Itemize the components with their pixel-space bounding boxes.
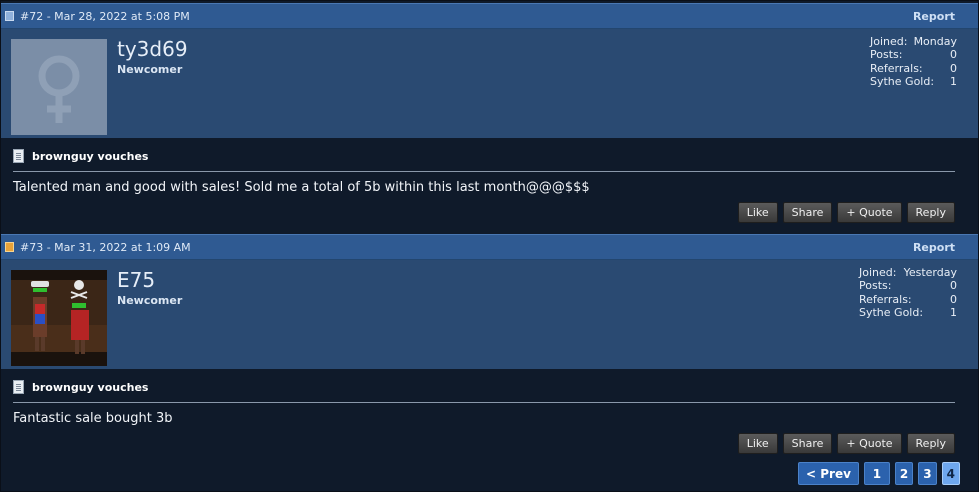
- stat-value: 0: [950, 61, 957, 75]
- post-title: brownguy vouches: [32, 149, 149, 163]
- quote-button[interactable]: + Quote: [837, 433, 902, 454]
- stat-value: 1: [950, 305, 957, 319]
- post-permalink[interactable]: #73 - Mar 31, 2022 at 1:09 AM: [20, 241, 191, 254]
- page-link-2[interactable]: 2: [894, 462, 914, 485]
- reply-button[interactable]: Reply: [906, 202, 955, 223]
- stat-value: 0: [950, 292, 957, 306]
- stat-label: Joined:: [859, 266, 897, 279]
- stat-label: Sythe Gold:: [870, 74, 935, 88]
- post-header: #73 - Mar 31, 2022 at 1:09 AM Report: [1, 234, 978, 260]
- stat-label: Joined:: [870, 35, 908, 48]
- post-actions: Like Share + Quote Reply: [737, 202, 955, 223]
- username[interactable]: ty3d69: [117, 37, 188, 61]
- share-button[interactable]: Share: [782, 433, 833, 454]
- page-link-3[interactable]: 3: [918, 462, 937, 485]
- post: #72 - Mar 28, 2022 at 5:08 PM Report ty3…: [1, 3, 978, 234]
- pagination: < Prev 1 2 3 4: [798, 462, 960, 485]
- stat-label: Posts:: [870, 48, 903, 62]
- page-link-1[interactable]: 1: [863, 462, 890, 485]
- post-message: Talented man and good with sales! Sold m…: [13, 180, 590, 195]
- stat-value: 0: [950, 279, 957, 293]
- report-link[interactable]: Report: [913, 241, 978, 254]
- stat-label: Referrals:: [859, 292, 912, 306]
- user-title: Newcomer: [117, 294, 183, 307]
- stat-value: 0: [950, 48, 957, 62]
- post-message: Fantastic sale bought 3b: [13, 411, 173, 426]
- stat-label: Sythe Gold:: [859, 305, 924, 319]
- stat-value: Monday: [913, 35, 957, 48]
- report-link[interactable]: Report: [913, 10, 978, 23]
- female-symbol-icon: [38, 55, 80, 123]
- post-body: brownguy vouches Talented man and good w…: [1, 138, 978, 234]
- user-stats: Joined: Monday Posts: 0 Referrals: 0 Sythe …: [870, 35, 957, 88]
- stat-label: Referrals:: [870, 61, 923, 75]
- avatar[interactable]: [11, 39, 107, 135]
- user-info-bar: E75 Newcomer Joined: Yesterday Posts: 0 Re…: [1, 260, 978, 369]
- avatar[interactable]: [11, 270, 107, 366]
- stat-value: 1: [950, 74, 957, 88]
- post-body: brownguy vouches Fantastic sale bought 3…: [1, 369, 978, 465]
- post-header: #72 - Mar 28, 2022 at 5:08 PM Report: [1, 3, 978, 29]
- document-icon: [13, 380, 24, 394]
- prev-page-button[interactable]: < Prev: [798, 462, 859, 485]
- post-read-icon: [5, 11, 14, 21]
- thread-page: #72 - Mar 28, 2022 at 5:08 PM Report ty3…: [0, 0, 979, 492]
- user-title: Newcomer: [117, 63, 183, 76]
- post: #73 - Mar 31, 2022 at 1:09 AM Report E75…: [1, 234, 978, 465]
- document-icon: [13, 149, 24, 163]
- post-actions: Like Share + Quote Reply: [737, 433, 955, 454]
- quote-button[interactable]: + Quote: [837, 202, 902, 223]
- user-stats: Joined: Yesterday Posts: 0 Referrals: 0 Syt…: [859, 266, 957, 319]
- stat-label: Posts:: [859, 279, 892, 293]
- divider: [13, 171, 955, 172]
- user-info-bar: ty3d69 Newcomer Joined: Monday Posts: 0 Re…: [1, 29, 978, 138]
- game-screenshot-avatar: [11, 270, 107, 366]
- like-button[interactable]: Like: [737, 202, 778, 223]
- page-link-4-current[interactable]: 4: [941, 462, 960, 485]
- reply-button[interactable]: Reply: [906, 433, 955, 454]
- post-new-icon: [5, 242, 14, 252]
- divider: [13, 402, 955, 403]
- like-button[interactable]: Like: [737, 433, 778, 454]
- post-title: brownguy vouches: [32, 380, 149, 394]
- stat-value: Yesterday: [903, 266, 957, 279]
- share-button[interactable]: Share: [782, 202, 833, 223]
- post-permalink[interactable]: #72 - Mar 28, 2022 at 5:08 PM: [20, 10, 190, 23]
- username[interactable]: E75: [117, 268, 155, 292]
